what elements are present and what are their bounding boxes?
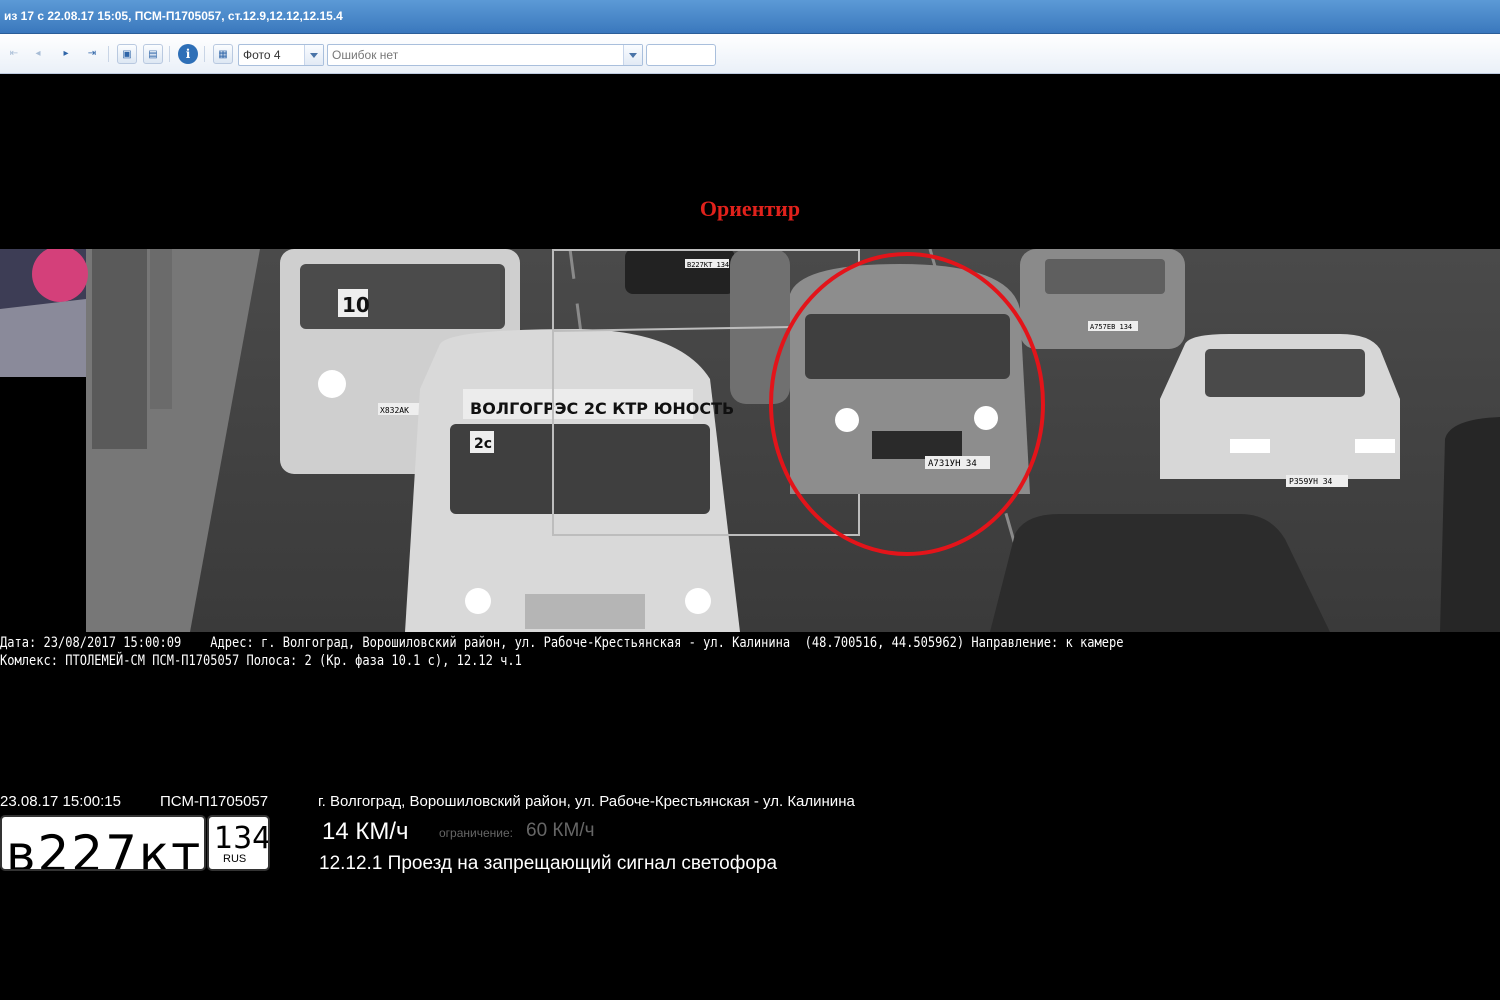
- license-plate-country: RUS: [223, 853, 247, 865]
- chevron-down-icon[interactable]: [623, 45, 642, 65]
- speed-limit-value: 60 КМ/ч: [526, 820, 595, 841]
- photo-label: Ориентир: [699, 196, 801, 221]
- speed-value: 14 КМ/ч: [322, 818, 409, 845]
- info-button[interactable]: i: [178, 44, 198, 64]
- info-icon: i: [185, 47, 191, 61]
- last-page-button[interactable]: ⇥: [82, 44, 102, 64]
- inset-thumbnail-shape: [0, 299, 86, 377]
- van-plate-text: А731УН 34: [928, 459, 977, 469]
- van-headlight: [835, 408, 859, 432]
- toolbar-separator: [108, 46, 109, 62]
- speed-limit-label: ограничение:: [439, 826, 513, 840]
- next-arrow-icon: ▸: [63, 48, 69, 59]
- image-view-button[interactable]: ▣: [117, 44, 137, 64]
- car-right-headlight: [1230, 439, 1270, 453]
- car-back-plate-text: А757ЕВ 134: [1090, 323, 1132, 331]
- license-plate-region-box: 134 RUS: [207, 815, 270, 871]
- car-top-plate-text: В227КТ 134: [687, 261, 729, 269]
- errors-select[interactable]: Ошибок нет: [327, 44, 643, 66]
- minibus-headlight: [465, 588, 491, 614]
- license-plate: в227кт 134 RUS: [0, 815, 270, 871]
- record-address: г. Волгоград, Ворошиловский район, ул. Р…: [318, 793, 855, 810]
- last-page-icon: ⇥: [87, 48, 97, 59]
- license-plate-main: в227кт: [0, 815, 206, 871]
- violation-photo: В227КТ 134 А757ЕВ 134 10 Х832АК ВОЛГОГРЭ…: [0, 249, 1500, 632]
- car-edge: [1440, 417, 1500, 632]
- van-windshield: [805, 314, 1010, 379]
- violation-description: 12.12.1 Проезд на запрещающий сигнал све…: [319, 853, 778, 874]
- toolbar-separator: [169, 46, 170, 62]
- car-right-plate-text: Р359УН 34: [1289, 477, 1333, 486]
- photo-select[interactable]: Фото 4: [238, 44, 324, 66]
- chevron-down-icon[interactable]: [304, 45, 323, 65]
- print-icon: ▤: [148, 49, 158, 60]
- first-page-icon: ⇤: [9, 48, 19, 59]
- bus-left-route: 10: [342, 293, 370, 317]
- photo-info-overlay: Дата: 23/08/2017 15:00:09 Адрес: г. Волг…: [0, 634, 1124, 670]
- photo-info-line-1: Дата: 23/08/2017 15:00:09 Адрес: г. Волг…: [0, 635, 1124, 651]
- license-plate-number: в227кт: [6, 825, 203, 871]
- minibus-route: 2с: [474, 436, 492, 452]
- errors-select-value: Ошибок нет: [332, 48, 399, 62]
- van-headlight: [974, 406, 998, 430]
- license-plate-region: 134: [214, 821, 270, 856]
- bus-left-headlight: [318, 370, 346, 398]
- record-datetime: 23.08.17 15:00:15: [0, 793, 121, 810]
- minibus-headlight: [685, 588, 711, 614]
- car-top: [625, 249, 735, 294]
- bus-left-plate-text: Х832АК: [380, 406, 409, 415]
- grid-view-button[interactable]: ▦: [213, 44, 233, 64]
- toolbar: ⇤ ◂ ▸ ⇥ ▣ ▤ i ▦ Фото 4 Ошибок нет: [0, 34, 1500, 74]
- record-device: ПСМ-П1705057: [160, 793, 269, 810]
- roadside-post: [92, 249, 147, 449]
- toolbar-separator: [204, 46, 205, 62]
- car-foreground: [990, 514, 1330, 632]
- car-right-windshield: [1205, 349, 1365, 397]
- van-bumper: [872, 431, 962, 459]
- window-titlebar: из 17 с 22.08.17 15:05, ПСМ-П1705057, ст…: [0, 0, 1500, 34]
- car-right-headlight: [1355, 439, 1395, 453]
- photo-info-line-2: Комлекс: ПТОЛЕМЕЙ-СМ ПСМ-П1705057 Полоса…: [0, 653, 522, 669]
- window-title: из 17 с 22.08.17 15:05, ПСМ-П1705057, ст…: [4, 9, 343, 23]
- photo-select-value: Фото 4: [243, 48, 281, 62]
- minibus-sign-text: ВОЛГОГРЭС 2С КТР ЮНОСТЬ: [470, 399, 734, 418]
- car-back-window: [1045, 259, 1165, 294]
- first-page-button[interactable]: ⇤: [4, 44, 24, 64]
- image-icon: ▣: [122, 49, 132, 60]
- minibus-grille: [525, 594, 645, 629]
- next-page-button[interactable]: ▸: [56, 44, 76, 64]
- inset-background: [0, 377, 86, 632]
- blank-field[interactable]: [646, 44, 716, 66]
- prev-arrow-icon: ◂: [35, 48, 41, 59]
- prev-page-button[interactable]: ◂: [28, 44, 48, 64]
- bus-left-windshield: [300, 264, 505, 329]
- print-button[interactable]: ▤: [143, 44, 163, 64]
- grid-icon: ▦: [218, 49, 228, 60]
- lamp-pole: [150, 249, 172, 409]
